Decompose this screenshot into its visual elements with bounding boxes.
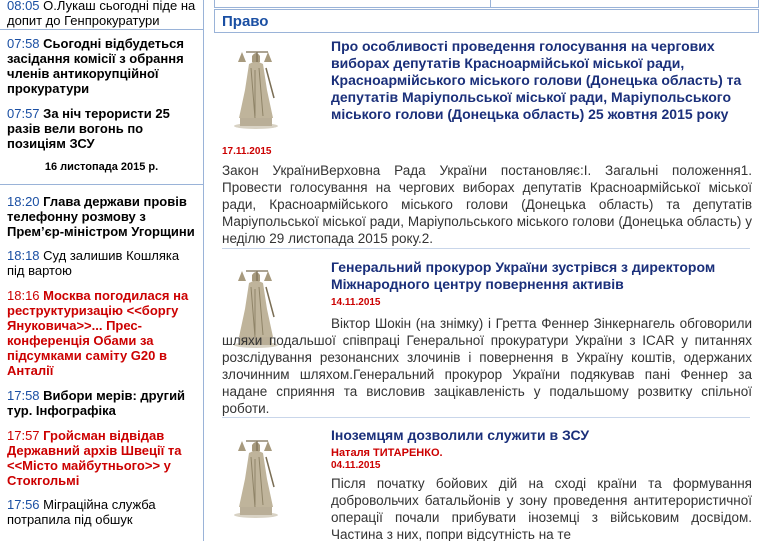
news-feed-column: 08:05 О.Лукаш сьогодні піде на допит до … <box>0 0 204 541</box>
news-item[interactable]: 07:57 За ніч терористи 25 разів вели вог… <box>7 106 199 151</box>
article: Генеральний прокурор України зустрівся з… <box>214 257 759 418</box>
divider <box>222 417 750 418</box>
news-item[interactable]: 17:58 Вибори мерів: другий тур. Інфограф… <box>7 388 199 418</box>
news-item[interactable]: 07:58 Сьогодні відбудеться засідання ком… <box>7 36 199 96</box>
justice-statue-icon[interactable] <box>222 427 290 519</box>
article-title[interactable]: Про особливості проведення голосування н… <box>331 38 751 123</box>
news-item[interactable]: 17:57 Гройсман відвідав Державний архів … <box>7 428 199 488</box>
article: Про особливості проведення голосування н… <box>214 36 759 250</box>
news-time: 18:16 <box>7 288 40 303</box>
news-time: 18:20 <box>7 194 40 209</box>
news-time: 17:56 <box>7 497 40 512</box>
article-author[interactable]: Наталя ТИТАРЕНКО. <box>331 447 443 459</box>
news-time: 18:18 <box>7 248 40 263</box>
main-content: Право Про особливості проведення голосув… <box>204 0 763 541</box>
justice-statue-icon[interactable] <box>222 38 290 130</box>
news-time: 17:57 <box>7 428 40 443</box>
article-date: 14.11.2015 <box>331 297 381 308</box>
divider <box>222 248 750 249</box>
article-date: 17.11.2015 <box>222 146 272 157</box>
news-item[interactable]: 17:56 Міграційна служба потрапила під об… <box>7 497 199 527</box>
article-title[interactable]: Генеральний прокурор України зустрівся з… <box>331 259 751 293</box>
news-time: 07:57 <box>7 106 40 121</box>
news-item[interactable]: 08:05 О.Лукаш сьогодні піде на допит до … <box>7 0 199 28</box>
news-item[interactable]: 18:16 Москва погодилася на реструктуриза… <box>7 288 199 378</box>
article-body: Віктор Шокін (на знімку) і Гретта Феннер… <box>222 316 752 416</box>
article: Іноземцям дозволили служити в ЗСУ Наталя… <box>214 425 759 541</box>
section-header: Право <box>214 9 759 33</box>
divider <box>0 184 203 185</box>
news-time: 17:58 <box>7 388 40 403</box>
news-item[interactable]: 18:20 Глава держави провів телефонну роз… <box>7 194 199 239</box>
news-time: 07:58 <box>7 36 40 51</box>
top-strip <box>214 0 759 8</box>
date-separator: 16 листопада 2015 р. <box>44 161 159 173</box>
divider <box>0 29 203 30</box>
article-body: Закон УкраїниВерховна Рада України поста… <box>222 163 752 246</box>
article-date: 04.11.2015 <box>331 460 381 471</box>
article-title[interactable]: Іноземцям дозволили служити в ЗСУ <box>331 427 751 444</box>
news-item[interactable]: 18:18 Суд залишив Кошляка під вартою <box>7 248 199 278</box>
section-title[interactable]: Право <box>222 13 268 30</box>
article-body: Після початку бойових дій на сході країн… <box>331 476 752 541</box>
news-time: 08:05 <box>7 0 40 13</box>
